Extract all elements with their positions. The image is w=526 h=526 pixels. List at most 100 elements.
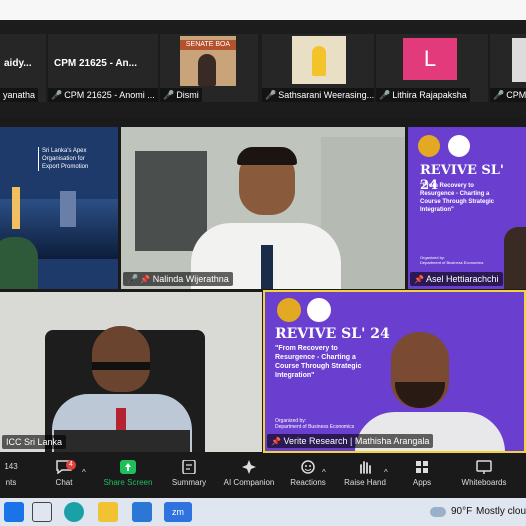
share-label: Share Screen xyxy=(103,478,153,487)
file-explorer-icon[interactable] xyxy=(98,502,118,522)
thumbnail-label-text: Lithira Rajapaksha xyxy=(392,90,467,100)
ai-companion-button[interactable]: AI Companion xyxy=(218,460,280,487)
thumbnail-label: 🎤 CPM 21625 - Anomi ... xyxy=(48,88,158,102)
participant-hair xyxy=(237,147,297,165)
organizer-line: Department of Business Economics xyxy=(420,260,484,265)
apps-label: Apps xyxy=(412,478,432,487)
apps-button[interactable]: Apps xyxy=(406,460,438,487)
mic-muted-icon: 🎤 xyxy=(379,90,391,100)
slide-line: Sri Lanka's Apex xyxy=(42,148,87,154)
pin-icon: 📌 xyxy=(271,437,281,446)
senate-sign: SENATE BOA xyxy=(180,40,236,50)
participant-figure xyxy=(0,237,38,289)
participants-count: 143 xyxy=(4,462,18,471)
chat-button[interactable]: 4 Chat xyxy=(46,460,82,487)
logo-badge-2 xyxy=(448,135,470,157)
summary-label: Summary xyxy=(171,478,207,487)
mic-muted-icon: 🎤 xyxy=(493,90,505,100)
thumbnail-participant-4[interactable]: 🎤 Sathsarani Weerasing... xyxy=(262,34,374,102)
thumbnail-label-text: CPM 2 xyxy=(506,90,526,100)
zoom-app-icon[interactable]: zm xyxy=(164,502,192,522)
slide-organizer: Organized by: Department of Business Eco… xyxy=(275,418,354,430)
logo-badge-1 xyxy=(418,135,440,157)
mic-muted-icon: 🎤 xyxy=(127,274,139,284)
share-screen-button[interactable]: Share Screen xyxy=(100,460,156,487)
thumbnail-label: 🎤 Lithira Rajapaksha xyxy=(376,88,470,102)
chevron-up-icon[interactable]: ^ xyxy=(322,468,326,477)
participant-tie xyxy=(116,408,126,432)
thumbnail-label-text: CPM 21625 - Anomi ... xyxy=(64,90,155,100)
whiteboards-button[interactable]: Whiteboards xyxy=(456,460,512,487)
windows-taskbar: zm 90°F Mostly cloud xyxy=(0,498,526,526)
subtitle-line: Resurgence - Charting a xyxy=(420,191,490,197)
video-tile-asel[interactable]: REVIVE SL' 24 "From Recovery to Resurgen… xyxy=(408,127,526,289)
thumbnail-participant-5[interactable]: L 🎤 Lithira Rajapaksha xyxy=(376,34,488,102)
pin-icon: 📌 xyxy=(140,275,151,284)
skyline-tower xyxy=(12,187,20,229)
slide-subtitle: "From Recovery to Resurgence - Charting … xyxy=(275,344,361,380)
reactions-label: Reactions xyxy=(290,478,326,487)
chevron-up-icon[interactable]: ^ xyxy=(384,468,388,477)
logo-badge-1 xyxy=(277,298,301,322)
participant-label: ICC Sri Lanka xyxy=(2,435,67,449)
weather-icon xyxy=(430,507,446,517)
pin-icon: 📌 xyxy=(414,275,424,284)
raise-hand-label: Raise Hand xyxy=(344,478,386,487)
meeting-toolbar: 143 nts 4 Chat ^ Share Screen Summary AI… xyxy=(0,454,526,498)
chevron-up-icon[interactable]: ^ xyxy=(82,468,86,477)
mail-icon[interactable] xyxy=(132,502,152,522)
video-tile-export-slide[interactable]: Sri Lanka's Apex Organisation for Export… xyxy=(0,127,118,289)
slide-title: REVIVE SL' 24 xyxy=(275,326,390,342)
hand-icon xyxy=(360,461,371,474)
thumbnail-label: 🎤 Dismi xyxy=(160,88,202,102)
video-tile-nalinda[interactable]: 🎤 📌 Nalinda Wijerathna xyxy=(121,127,405,289)
participant-tie xyxy=(261,245,273,289)
participant-figure xyxy=(198,54,216,86)
whiteboards-label: Whiteboards xyxy=(461,478,507,487)
video-background xyxy=(512,38,526,82)
start-icon[interactable] xyxy=(4,502,24,522)
apps-icon xyxy=(416,461,428,473)
window-top-bar xyxy=(0,0,526,20)
task-view-icon[interactable] xyxy=(32,502,52,522)
participant-name: Nalinda Wijerathna xyxy=(152,274,229,284)
chat-badge: 4 xyxy=(66,460,76,470)
thumbnail-participant-3[interactable]: SENATE BOA 🎤 Dismi xyxy=(160,34,258,102)
raise-hand-button[interactable]: Raise Hand xyxy=(342,460,388,487)
video-tile-verite-active-speaker[interactable]: REVIVE SL' 24 "From Recovery to Resurgen… xyxy=(263,290,526,453)
skyline-building xyxy=(60,191,76,227)
mic-muted-icon: 🎤 xyxy=(265,90,277,100)
mic-muted-icon: 🎤 xyxy=(163,90,175,100)
subtitle-line: Resurgence - Charting a xyxy=(275,354,356,361)
chat-label: Chat xyxy=(55,478,73,487)
slide-line: Export Promotion xyxy=(42,164,89,170)
thumbnail-participant-6[interactable]: 🎤CPM 2 xyxy=(490,34,526,102)
participant-name: Verite Research | Mathisha Arangala xyxy=(283,436,430,446)
participant-glasses xyxy=(92,362,150,370)
video-tile-icc[interactable]: ICC Sri Lanka xyxy=(0,292,262,452)
thumbnail-participant-1[interactable]: aidy... yanatha xyxy=(0,34,46,102)
ai-label: AI Companion xyxy=(223,478,275,487)
participant-head xyxy=(92,326,150,392)
subtitle-line: Integration" xyxy=(275,372,315,379)
participant-figure xyxy=(504,227,526,289)
thumbnail-label: yanatha xyxy=(0,88,39,102)
organizer-line: Department of Business Economics xyxy=(275,424,355,430)
thumbnail-name: CPM 21625 - An... xyxy=(54,58,137,69)
laptop-screen xyxy=(54,430,190,452)
edge-icon[interactable] xyxy=(64,502,84,522)
sparkle-icon xyxy=(242,460,256,474)
participants-button[interactable]: 143 nts xyxy=(0,460,22,487)
avatar: L xyxy=(403,38,457,80)
participant-label: 🎤 📌 Nalinda Wijerathna xyxy=(123,272,233,286)
window-frame xyxy=(135,151,207,251)
thumbnail-label: 🎤 Sathsarani Weerasing... xyxy=(262,88,374,102)
share-screen-icon xyxy=(120,460,136,474)
weather-text: Mostly cloud xyxy=(476,506,526,517)
thumbnail-participant-2[interactable]: CPM 21625 - An... 🎤 CPM 21625 - Anomi ... xyxy=(48,34,158,102)
participant-label: 📌 Verite Research | Mathisha Arangala xyxy=(267,434,434,448)
thumbnail-name: aidy... xyxy=(4,58,32,69)
summary-button[interactable]: Summary xyxy=(166,460,212,487)
participant-name: Asel Hettiarachchi xyxy=(425,274,499,284)
subtitle-line: Course Through Strategic xyxy=(420,199,495,205)
